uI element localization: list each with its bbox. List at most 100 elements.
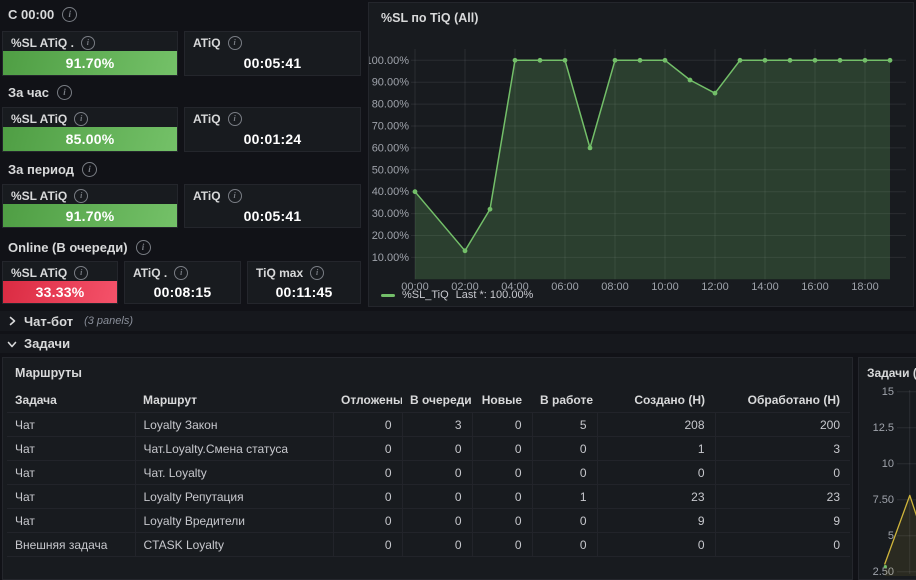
stat-value: 00:08:15	[125, 281, 240, 303]
table-header-row: Задача Маршрут Отложены В очереди↓ Новые…	[7, 388, 850, 413]
svg-text:06:00: 06:00	[551, 281, 579, 293]
table-row[interactable]: Чат Loyalty Вредители 0 0 0 0 9 9	[7, 509, 850, 533]
section-header-since-midnight: С 00:00 i	[8, 6, 77, 22]
stat-value: 00:05:41	[185, 51, 360, 75]
table-row[interactable]: Внешняя задача CTASK Loyalty 0 0 0 0 0 0	[7, 533, 850, 557]
svg-text:16:00: 16:00	[801, 281, 829, 293]
table-row[interactable]: Чат Чат. Loyalty 0 0 0 0 0 0	[7, 461, 850, 485]
info-icon[interactable]: i	[57, 85, 72, 100]
section-header-online-queue: Online (В очереди) i	[8, 239, 151, 255]
stat-panel-sl-atiq-hour: %SL ATiQ i 85.00%	[2, 107, 178, 152]
chevron-down-icon	[7, 339, 17, 349]
col-header-created[interactable]: Создано (Н)	[597, 388, 715, 413]
stat-value: 00:01:24	[185, 127, 360, 151]
info-icon[interactable]: i	[174, 266, 188, 280]
svg-text:12:00: 12:00	[701, 281, 729, 293]
section-label: За период	[8, 162, 74, 177]
col-header-deferred[interactable]: Отложены	[333, 388, 402, 413]
stat-panel-title: TiQ max	[256, 266, 303, 280]
stat-panel-sl-atiq-online: %SL ATiQ i 33.33%	[2, 261, 118, 304]
svg-text:20.00%: 20.00%	[372, 230, 410, 242]
svg-text:100.00%: 100.00%	[369, 55, 409, 67]
info-icon[interactable]: i	[74, 112, 88, 126]
legend-series-label[interactable]: %SL_TiQ	[402, 289, 449, 301]
sl-tiq-chart[interactable]: 100.00% 90.00% 80.00% 70.00% 60.00% 50.00% 40.…	[369, 3, 913, 306]
info-icon[interactable]: i	[81, 36, 95, 50]
row-title[interactable]: Чат-бот	[24, 314, 73, 329]
chevron-right-icon	[7, 316, 17, 326]
section-label: За час	[8, 85, 49, 100]
svg-text:08:00: 08:00	[601, 281, 629, 293]
row-tasks[interactable]: Задачи	[0, 334, 916, 353]
stat-panel-title: %SL ATiQ	[11, 189, 67, 203]
legend-last-value: Last *: 100.00%	[456, 289, 534, 301]
stat-value: 85.00%	[3, 127, 177, 151]
stat-panel-title: ATiQ	[193, 189, 221, 203]
timeseries-panel-sl-tiq: %SL по TiQ (All) 100.00%90.00%80.00%70.0…	[368, 2, 914, 307]
row-panel-count: (3 panels)	[84, 315, 133, 327]
row-chatbot[interactable]: Чат-бот (3 panels)	[0, 311, 916, 331]
col-header-in-progress[interactable]: В работе	[532, 388, 597, 413]
col-header-in-queue[interactable]: В очереди↓	[402, 388, 472, 413]
info-icon[interactable]: i	[74, 189, 88, 203]
stat-panel-title: ATiQ .	[133, 266, 167, 280]
section-label: С 00:00	[8, 7, 54, 22]
table-row[interactable]: Чат Loyalty Закон 0 3 0 5 208 200	[7, 413, 850, 437]
stat-panel-tiq-max-online: TiQ max i 00:11:45	[247, 261, 361, 304]
svg-text:12.5: 12.5	[873, 422, 894, 434]
svg-text:14:00: 14:00	[751, 281, 779, 293]
svg-text:15: 15	[882, 386, 894, 398]
svg-text:90.00%: 90.00%	[372, 77, 410, 89]
section-header-period: За период i	[8, 161, 97, 177]
table-row[interactable]: Чат Loyalty Репутация 0 0 0 1 23 23	[7, 485, 850, 509]
stat-panel-atiq-online: ATiQ . i 00:08:15	[124, 261, 241, 304]
stat-value: 91.70%	[3, 204, 177, 227]
stat-panel-atiq-day: ATiQ i 00:05:41	[184, 31, 361, 76]
row-title[interactable]: Задачи	[24, 336, 70, 351]
col-header-route[interactable]: Маршрут	[135, 388, 333, 413]
col-header-processed[interactable]: Обработано (Н)	[715, 388, 850, 413]
stat-panel-atiq-hour: ATiQ i 00:01:24	[184, 107, 361, 152]
svg-text:18:00: 18:00	[851, 281, 879, 293]
svg-text:40.00%: 40.00%	[372, 186, 410, 198]
chart-legend: %SL_TiQ Last *: 100.00%	[381, 289, 533, 301]
table-row[interactable]: Чат Чат.Loyalty.Смена статуса 0 0 0 0 1 …	[7, 437, 850, 461]
routes-table-panel: Маршруты Задача Маршрут Отложены В очере…	[2, 357, 853, 580]
panel-title[interactable]: Маршруты	[3, 358, 852, 382]
stat-panel-title: %SL ATiQ .	[11, 36, 74, 50]
svg-text:10:00: 10:00	[651, 281, 679, 293]
info-icon[interactable]: i	[228, 189, 242, 203]
stat-panel-atiq-period: ATiQ i 00:05:41	[184, 184, 361, 228]
stat-panel-sl-atiq-period: %SL ATiQ i 91.70%	[2, 184, 178, 228]
col-header-new[interactable]: Новые	[472, 388, 532, 413]
info-icon[interactable]: i	[62, 7, 77, 22]
info-icon[interactable]: i	[136, 240, 151, 255]
svg-text:30.00%: 30.00%	[372, 208, 410, 220]
tasks-mini-chart[interactable]: 1512.5107.5052.50	[859, 358, 916, 579]
legend-series-swatch	[381, 294, 395, 297]
info-icon[interactable]: i	[74, 266, 88, 280]
stat-panel-title: %SL ATiQ	[11, 112, 67, 126]
routes-table: Задача Маршрут Отложены В очереди↓ Новые…	[7, 388, 850, 557]
svg-text:10: 10	[882, 458, 894, 470]
stat-value: 91.70%	[3, 51, 177, 75]
stat-value: 00:05:41	[185, 204, 360, 227]
stat-panel-sl-atiq-day: %SL ATiQ . i 91.70%	[2, 31, 178, 76]
info-icon[interactable]: i	[228, 36, 242, 50]
svg-text:10.00%: 10.00%	[372, 252, 410, 264]
svg-text:80.00%: 80.00%	[372, 99, 410, 111]
svg-text:50.00%: 50.00%	[372, 164, 410, 176]
stat-panel-title: %SL ATiQ	[11, 266, 67, 280]
svg-text:70.00%: 70.00%	[372, 121, 410, 133]
info-icon[interactable]: i	[228, 112, 242, 126]
svg-text:60.00%: 60.00%	[372, 142, 410, 154]
info-icon[interactable]: i	[82, 162, 97, 177]
tasks-mini-chart-panel: Задачи (All 1512.5107.5052.50	[858, 357, 916, 580]
stat-value: 33.33%	[3, 281, 117, 303]
grafana-dashboard: { "stats": { "sections": [ { "label": "С…	[0, 0, 916, 580]
col-header-task[interactable]: Задача	[7, 388, 135, 413]
info-icon[interactable]: i	[310, 266, 324, 280]
section-label: Online (В очереди)	[8, 240, 128, 255]
svg-text:7.50: 7.50	[873, 494, 894, 506]
stat-value: 00:11:45	[248, 281, 360, 303]
